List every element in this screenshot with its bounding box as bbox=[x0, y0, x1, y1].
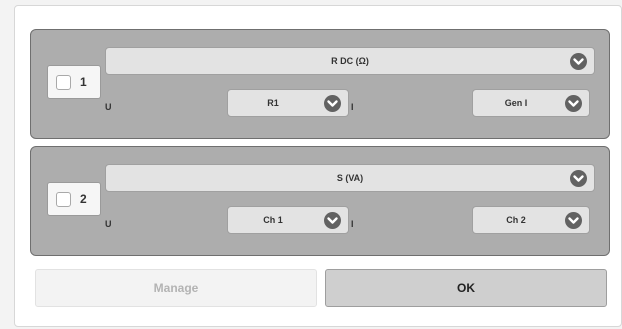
channel-group-1: 1 R DC (Ω) U R1 I Gen I bbox=[30, 29, 610, 139]
group-1-u-select[interactable]: R1 bbox=[227, 89, 349, 117]
group-2-toggle[interactable]: 2 bbox=[47, 182, 101, 216]
group-1-number: 1 bbox=[80, 75, 87, 89]
group-1-toggle[interactable]: 1 bbox=[47, 65, 101, 99]
group-2-checkbox[interactable] bbox=[56, 192, 71, 207]
group-2-u-select[interactable]: Ch 1 bbox=[227, 206, 349, 234]
chevron-down-icon bbox=[565, 95, 582, 112]
group-1-checkbox[interactable] bbox=[56, 75, 71, 90]
measurement-dialog: 1 R DC (Ω) U R1 I Gen I 2 S (VA) U Ch 1 … bbox=[14, 5, 622, 327]
group-1-i-value: Gen I bbox=[504, 98, 528, 108]
group-1-measurement-value: R DC (Ω) bbox=[331, 56, 369, 66]
group-1-u-value: R1 bbox=[267, 98, 279, 108]
group-2-i-label: I bbox=[351, 219, 354, 229]
chevron-down-icon bbox=[570, 170, 587, 187]
chevron-down-icon bbox=[565, 212, 582, 229]
group-2-u-value: Ch 1 bbox=[263, 215, 283, 225]
group-1-i-select[interactable]: Gen I bbox=[472, 89, 590, 117]
chevron-down-icon bbox=[324, 95, 341, 112]
group-1-i-label: I bbox=[351, 102, 354, 112]
manage-button[interactable]: Manage bbox=[35, 269, 317, 307]
group-2-i-select[interactable]: Ch 2 bbox=[472, 206, 590, 234]
group-2-number: 2 bbox=[80, 192, 87, 206]
group-1-measurement-select[interactable]: R DC (Ω) bbox=[105, 47, 595, 75]
group-2-i-value: Ch 2 bbox=[506, 215, 526, 225]
ok-button[interactable]: OK bbox=[325, 269, 607, 307]
group-2-u-label: U bbox=[105, 219, 112, 229]
chevron-down-icon bbox=[324, 212, 341, 229]
group-2-measurement-value: S (VA) bbox=[336, 173, 364, 183]
group-2-measurement-select[interactable]: S (VA) bbox=[105, 164, 595, 192]
group-1-u-label: U bbox=[105, 102, 112, 112]
channel-group-2: 2 S (VA) U Ch 1 I Ch 2 bbox=[30, 146, 610, 256]
chevron-down-icon bbox=[570, 53, 587, 70]
